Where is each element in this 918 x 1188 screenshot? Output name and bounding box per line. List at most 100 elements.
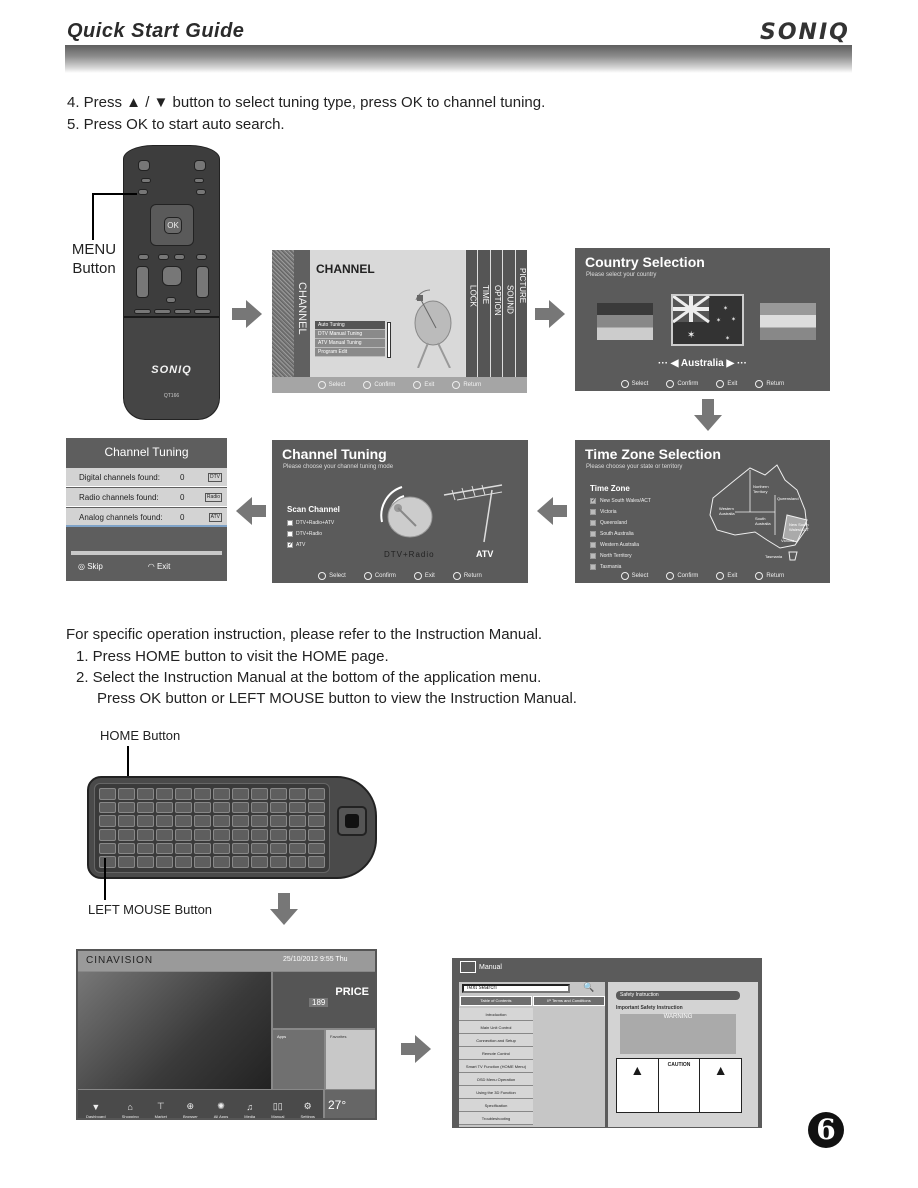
keyboard-key[interactable] [137,856,154,868]
keyboard-key[interactable] [308,815,325,827]
keyboard-key[interactable] [175,788,192,800]
rec-button[interactable] [166,297,176,303]
keyboard-key[interactable] [99,842,116,855]
keyboard-key[interactable] [194,788,211,800]
keyboard-key[interactable] [270,815,287,827]
subtitle-button[interactable] [194,178,204,183]
app-media[interactable]: ♫ Media [244,1102,255,1118]
app-market[interactable]: ⊤ Market [155,1101,167,1118]
keyboard-key[interactable] [194,856,211,868]
ok-button[interactable]: OK [164,217,182,234]
checkbox-icon[interactable] [590,519,596,526]
tab-picture[interactable]: PICTURE [514,250,528,377]
skip-button[interactable]: ◎ Skip [78,562,103,571]
keyboard-key[interactable] [194,801,211,814]
keyboard-key[interactable] [308,788,325,800]
keyboard-key[interactable] [213,801,230,814]
keyboard-key[interactable] [213,829,230,841]
keyboard-key[interactable] [270,856,287,868]
keyboard-key[interactable] [137,801,154,814]
mute-button[interactable] [194,160,206,171]
menu-item-atv-manual[interactable]: ATV Manual Tuning [315,339,385,348]
keyboard-key[interactable] [137,788,154,800]
video-preview[interactable] [78,972,271,1089]
checkbox-icon[interactable] [590,508,596,515]
toc-item[interactable]: Main Unit Control [459,1021,533,1034]
weather-tile[interactable]: 27° [325,1090,375,1118]
exit-button[interactable]: ◠ Exit [148,562,171,571]
keyboard-key[interactable] [251,856,268,868]
menu-item-program-edit[interactable]: Program Edit [315,348,385,357]
home-button[interactable] [162,266,182,286]
keyboard-key[interactable] [118,815,135,827]
epg-button[interactable] [196,254,207,260]
toc-item[interactable]: Troubleshooting [459,1112,533,1125]
keyboard-key[interactable] [308,801,325,814]
checkbox-checked-icon[interactable]: ✓ [287,541,293,548]
keyboard-key[interactable] [118,842,135,855]
red-button[interactable] [134,309,151,314]
keyboard-key[interactable] [137,842,154,855]
prev-country-icon[interactable]: ··· ◀ [658,358,681,369]
keyboard-key[interactable] [289,842,306,855]
menu-item-auto-tuning[interactable]: Auto Tuning [315,321,385,330]
keyboard-key[interactable] [232,815,249,827]
blue-button[interactable] [194,309,211,314]
keyboard-key[interactable] [251,788,268,800]
india-flag[interactable] [760,303,816,340]
keyboard-key[interactable] [289,801,306,814]
keyboard-key[interactable] [232,829,249,841]
keyboard-key[interactable] [213,842,230,855]
scan-option[interactable]: ✓ ATV [287,539,340,550]
scan-option[interactable]: DTV+Radio [287,528,340,539]
toc-item[interactable]: Remote Control [459,1047,533,1060]
power-button[interactable] [138,160,150,171]
keyboard-key[interactable] [175,815,192,827]
keyboard-key[interactable] [156,815,173,827]
checkbox-icon[interactable] [287,530,293,537]
keyboard-key[interactable] [232,801,249,814]
keyboard-key[interactable] [308,856,325,868]
keyboard-key[interactable] [156,842,173,855]
app-manual[interactable]: ▯▯ Manual [271,1101,284,1118]
audio-button[interactable] [141,178,151,183]
keyboard-key[interactable] [232,842,249,855]
australia-flag[interactable]: ✶ ✶ ✶ ✶ ✶ [671,294,744,346]
keyboard-key[interactable] [194,815,211,827]
toc-item[interactable]: Using the 3D Function [459,1086,533,1099]
keyboard-key[interactable] [118,856,135,868]
next-country-icon[interactable]: ▶ ··· [724,358,746,369]
tab-lock[interactable]: LOCK [465,250,478,377]
keyboard-key[interactable] [213,788,230,800]
trackpad[interactable] [337,806,367,836]
keyboard-key[interactable] [137,815,154,827]
yellow-button[interactable] [174,309,191,314]
text-search-input[interactable] [462,984,570,993]
app-shopping[interactable]: ⌂ Shopping [122,1102,139,1118]
keyboard-key[interactable] [99,815,116,827]
app-dashboard[interactable]: ▼ Dashboard [86,1102,106,1118]
toc-item[interactable]: Introduction [459,1008,533,1021]
promo-tile[interactable]: PRICE 189 [273,972,375,1028]
search-icon[interactable]: 🔍 [583,982,594,993]
tab-time[interactable]: TIME [477,250,490,377]
app-settings[interactable]: ⚙ Settings [300,1101,314,1118]
keyboard-key[interactable] [289,856,306,868]
keyboard-key[interactable] [99,788,116,800]
source-button[interactable] [196,189,206,195]
scan-option[interactable]: DTV+Radio+ATV [287,517,340,528]
keyboard-key[interactable] [289,829,306,841]
keyboard-key[interactable] [175,842,192,855]
tz-item[interactable]: Victoria [590,506,651,517]
keyboard-key[interactable] [156,856,173,868]
keyboard-key[interactable] [175,856,192,868]
left-mouse-key[interactable] [99,856,116,868]
toc-item[interactable]: Specification [459,1099,533,1112]
australia-map[interactable]: Northern Territory Queensland Western Au… [705,460,815,565]
tz-item[interactable]: ✓ New South Wales/ACT [590,495,651,506]
checkbox-icon[interactable] [590,541,596,548]
keyboard-key[interactable] [156,829,173,841]
toc-item[interactable]: Connection and Setup [459,1034,533,1047]
tz-item[interactable]: Queensland [590,517,651,528]
volume-rocker[interactable] [136,266,149,298]
